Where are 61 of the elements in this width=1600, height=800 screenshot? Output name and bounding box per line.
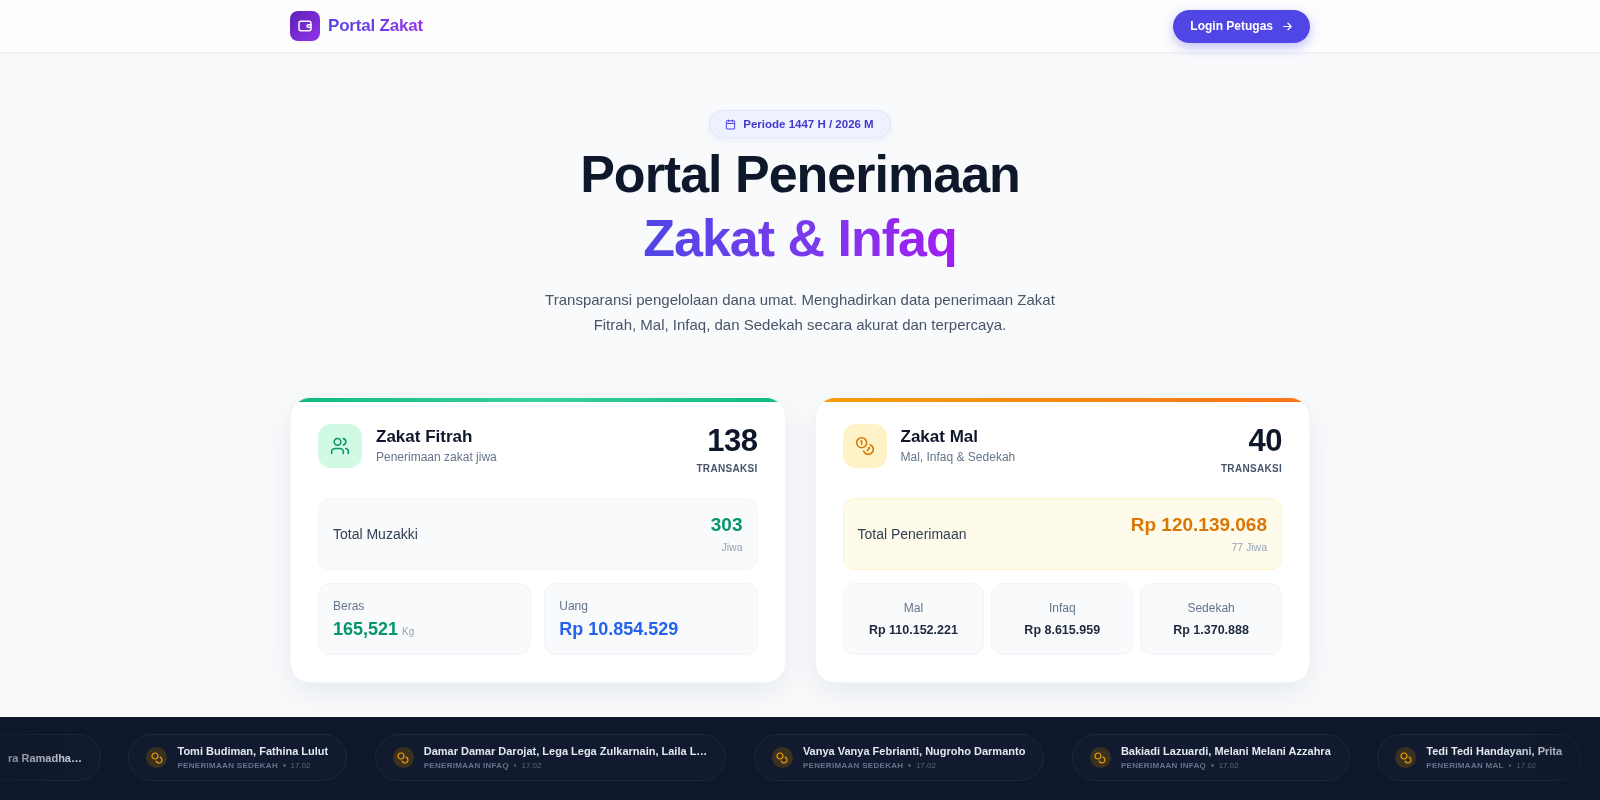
transaction-count: 40 xyxy=(1248,424,1282,458)
brand-link[interactable]: Portal Zakat xyxy=(290,11,423,41)
donation-time: 17.02 xyxy=(915,760,936,771)
separator-dot-icon xyxy=(513,764,517,767)
donation-category: PENERIMAAN SEDEKAH xyxy=(177,760,278,771)
transaction-count-label: TRANSAKSI xyxy=(1220,463,1282,475)
coins-icon xyxy=(1089,747,1111,768)
separator-dot-icon xyxy=(1508,764,1512,767)
donation-time: 17.02 xyxy=(1516,760,1537,771)
breakdown-unit: Kg xyxy=(402,626,415,637)
donation-category: PENERIMAAN SEDEKAH xyxy=(802,760,904,771)
coins-icon xyxy=(771,747,793,768)
breakdown-value: 165,521 xyxy=(333,618,399,640)
breakdown-label: Beras xyxy=(333,598,365,614)
total-value: 303 xyxy=(710,514,743,536)
transaction-count-label: TRANSAKSI xyxy=(696,463,758,475)
donation-category: PENERIMAAN INFAQ xyxy=(423,760,509,771)
breakdown-label: Mal xyxy=(903,600,924,616)
total-label: Total Muzakki xyxy=(333,526,418,542)
hero-description: Transparansi pengelolaan dana umat. Menghadirkan data penerimaan Zakat Fitrah, Mal, Infaq, dan Sedekah secara akurat dan terpercaya. xyxy=(544,290,1056,335)
card-subtitle: Mal, Infaq & Sedekah xyxy=(900,449,1016,465)
card-subtitle: Penerimaan zakat jiwa xyxy=(376,449,497,465)
breakdown-value: Rp 10.854.529 xyxy=(559,618,679,640)
breakdown-value: Rp 1.370.888 xyxy=(1173,622,1249,638)
card-title: Zakat Fitrah xyxy=(376,426,473,448)
donor-names: Bakiadi Lazuardi, Melani Melani Azzahra xyxy=(1120,744,1331,758)
transaction-count: 138 xyxy=(707,424,758,458)
total-note: 77 Jiwa xyxy=(1231,540,1267,554)
hero-title: Portal Penerimaan xyxy=(580,144,1020,205)
total-value: Rp 120.139.068 xyxy=(1130,514,1267,536)
calendar-icon xyxy=(725,118,737,130)
wallet-icon xyxy=(290,11,320,41)
separator-dot-icon xyxy=(283,764,286,767)
arrow-right-icon xyxy=(1282,20,1293,32)
coins-icon xyxy=(842,424,887,468)
card-title: Zakat Mal xyxy=(900,426,978,448)
coins-icon xyxy=(146,747,168,768)
users-icon xyxy=(318,424,362,468)
donation-time: 17.02 xyxy=(290,760,311,771)
donation-category: PENERIMAAN MAL xyxy=(1426,760,1504,771)
total-label: Total Penerimaan xyxy=(857,526,967,542)
login-button[interactable]: Login Petugas xyxy=(1173,9,1310,43)
donor-names: Damar Damar Darojat, Lega Lega Zulkarnain, Laila L… xyxy=(423,744,708,758)
donation-time: 17.02 xyxy=(1218,760,1239,771)
breakdown-value: Rp 110.152.221 xyxy=(868,622,958,638)
period-label: Periode 1447 H / 2026 M xyxy=(743,118,874,130)
donor-names: ra Ramadha… xyxy=(8,750,82,765)
breakdown-label: Sedekah xyxy=(1187,600,1235,616)
total-note: Jiwa xyxy=(721,540,743,554)
coins-icon xyxy=(1395,747,1417,768)
donor-names: Tomi Budiman, Fathina Lulut xyxy=(177,744,329,758)
separator-dot-icon xyxy=(1211,764,1214,767)
donor-names: Tedi Tedi Handayani, Prita xyxy=(1426,744,1563,758)
separator-dot-icon xyxy=(908,764,911,767)
coins-icon xyxy=(392,747,414,768)
breakdown-label: Uang xyxy=(559,598,588,614)
donation-time: 17.02 xyxy=(521,760,542,771)
donor-names: Vanya Vanya Febrianti, Nugroho Darmanto xyxy=(802,744,1026,758)
donation-category: PENERIMAAN INFAQ xyxy=(1120,760,1207,771)
breakdown-value: Rp 8.615.959 xyxy=(1024,622,1101,638)
breakdown-label: Infaq xyxy=(1048,600,1076,616)
